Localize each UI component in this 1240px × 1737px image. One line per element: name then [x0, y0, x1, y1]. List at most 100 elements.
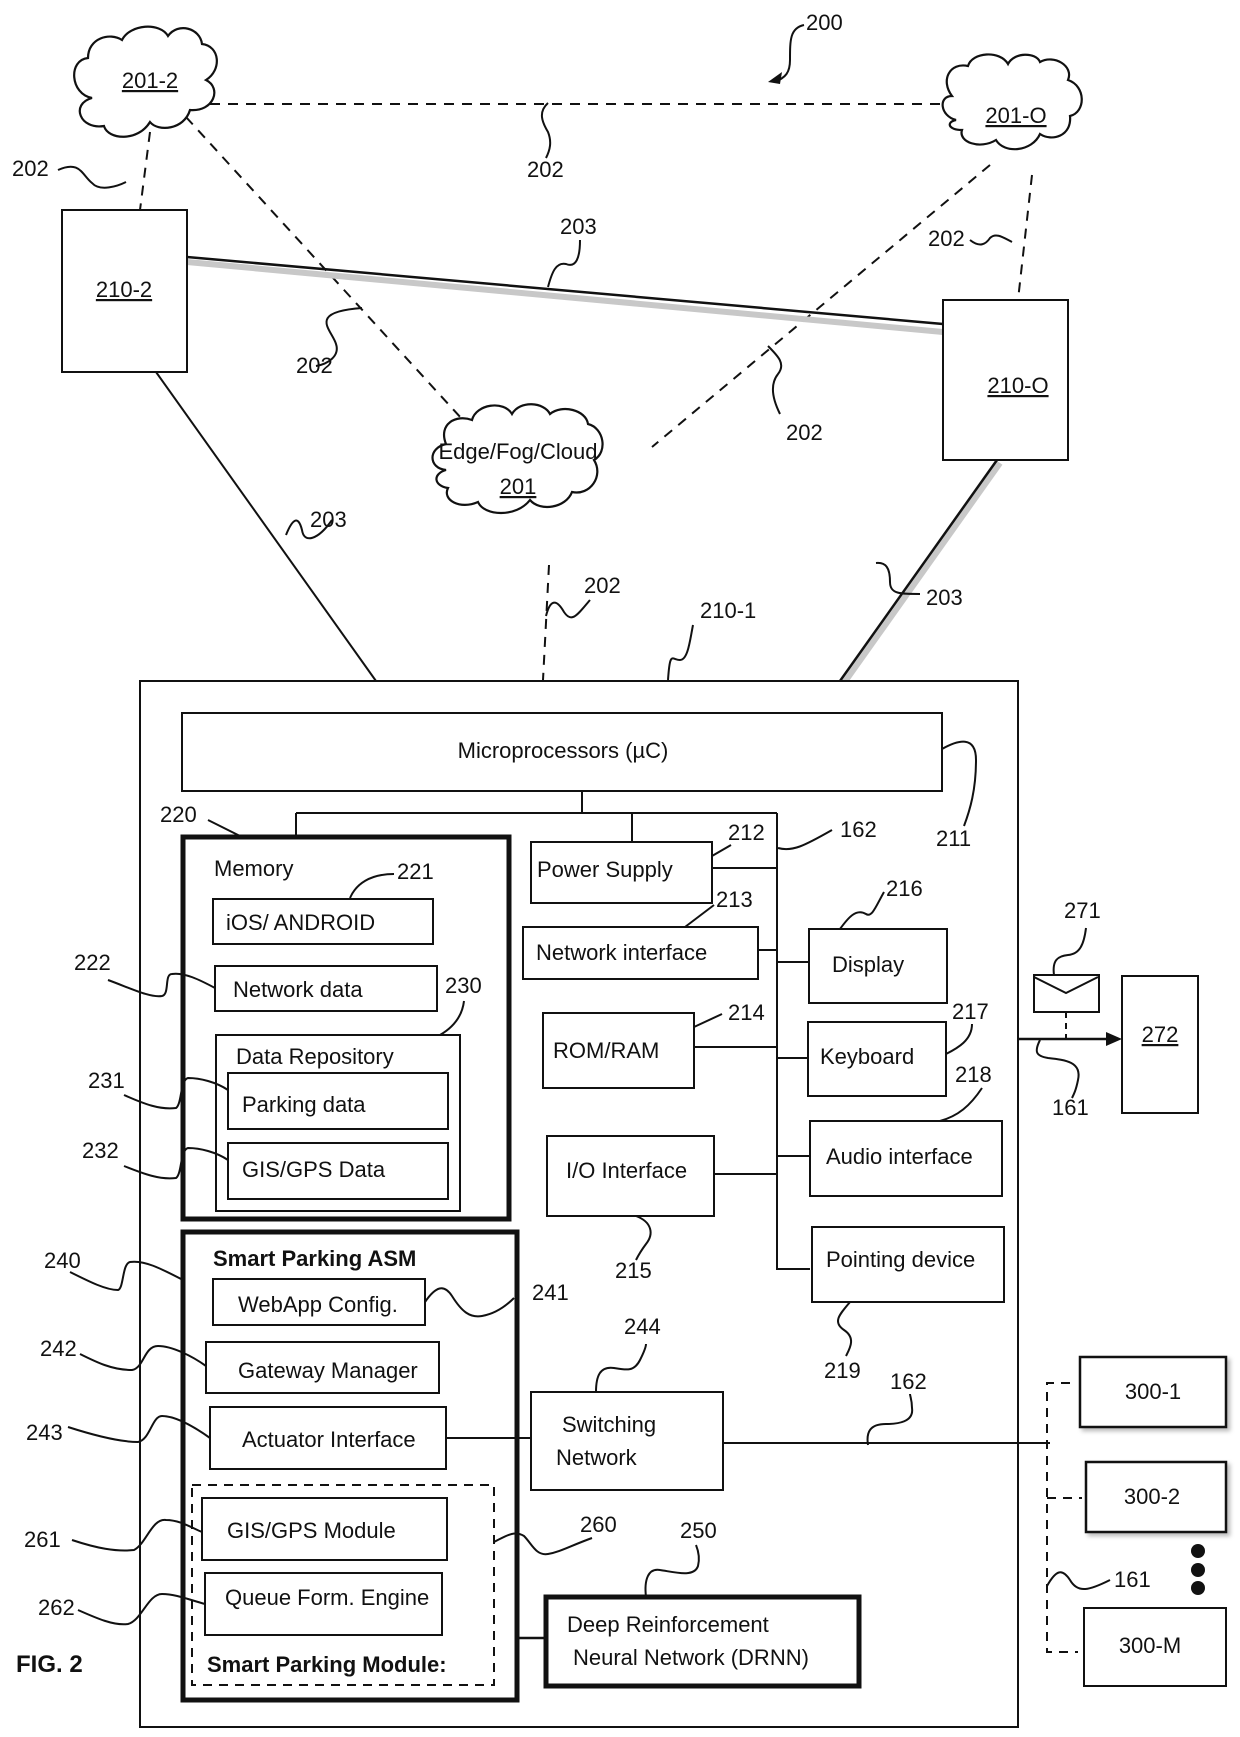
system-ref-200: 200: [768, 10, 843, 84]
ref-202: 202: [12, 156, 49, 181]
edge-fog-cloud-ref: 201: [500, 474, 537, 499]
cloud-201-o-label: 201-O: [985, 103, 1046, 128]
ref-219: 219: [824, 1358, 861, 1383]
cloud-201-2[interactable]: 201-2: [73, 25, 218, 138]
gis-data-block[interactable]: GIS/GPS Data: [227, 1142, 449, 1200]
ref-221: 221: [397, 859, 434, 884]
gateway-manager-label: Gateway Manager: [238, 1358, 418, 1383]
link-cloudO-edge: [651, 164, 991, 448]
webapp-config-label: WebApp Config.: [238, 1292, 398, 1317]
actuator-300-1[interactable]: 300-1: [1078, 1355, 1228, 1429]
ref-200: 200: [806, 10, 843, 35]
ref-202: 202: [786, 420, 823, 445]
ref-232: 232: [82, 1138, 119, 1163]
smart-parking-asm-block[interactable]: Smart Parking ASM WebApp Config. Gateway…: [180, 1229, 520, 1703]
figure-title: FIG. 2: [16, 1651, 83, 1678]
ref-262: 262: [38, 1595, 75, 1620]
audio-interface-label: Audio interface: [826, 1144, 973, 1169]
link-cloudO-nodeO: [1017, 174, 1033, 301]
switching-network-block[interactable]: Switching Network: [530, 1391, 724, 1491]
actuator-label: 300-M: [1119, 1633, 1181, 1658]
ref-231: 231: [88, 1068, 125, 1093]
ref-203: 203: [560, 214, 597, 239]
ref-202: 202: [928, 226, 965, 251]
ref-214: 214: [728, 1000, 765, 1025]
display-block[interactable]: Display: [808, 928, 948, 1004]
ref-202: 202: [584, 573, 621, 598]
node-210-2[interactable]: 210-2: [61, 209, 188, 373]
ref-217: 217: [952, 999, 989, 1024]
actuator-interface-label: Actuator Interface: [242, 1427, 416, 1452]
actuator-300-2[interactable]: 300-2: [1084, 1460, 1228, 1534]
data-repository-block[interactable]: Data Repository Parking data GIS/GPS Dat…: [215, 1034, 461, 1212]
node-210-o[interactable]: 210-O: [942, 299, 1069, 461]
keyboard-label: Keyboard: [820, 1044, 914, 1069]
actuator-interface-block[interactable]: Actuator Interface: [209, 1406, 447, 1470]
reference-labels: 202 202 203 202 202 202 203 202 203 210-…: [12, 102, 1013, 681]
ellipsis-dots-icon: [1191, 1544, 1205, 1595]
rom-ram-block[interactable]: ROM/RAM: [542, 1012, 695, 1089]
network-interface-label: Network interface: [536, 940, 707, 965]
memory-block[interactable]: Memory iOS/ ANDROID Network data Data Re…: [180, 834, 512, 1222]
ref-203: 203: [926, 585, 963, 610]
ref-210-1: 210-1: [700, 598, 756, 623]
arrow-right-icon: [1106, 1032, 1122, 1046]
ref-202: 202: [527, 157, 564, 182]
data-repository-title: Data Repository: [236, 1044, 394, 1069]
power-supply-block[interactable]: Power Supply: [530, 841, 713, 904]
display-label: Display: [832, 952, 904, 977]
microprocessors-label: Microprocessors (µC): [458, 738, 669, 763]
memory-title: Memory: [214, 856, 293, 881]
actuator-300-m[interactable]: 300-M: [1083, 1607, 1227, 1687]
audio-interface-block[interactable]: Audio interface: [809, 1120, 1003, 1197]
io-interface-block[interactable]: I/O Interface: [546, 1135, 715, 1217]
switching-network-box: [530, 1391, 724, 1491]
pointing-device-block[interactable]: Pointing device: [811, 1226, 1005, 1303]
queue-form-engine-label: Queue Form. Engine: [225, 1585, 429, 1610]
ref-216: 216: [886, 876, 923, 901]
ref-241: 241: [532, 1280, 569, 1305]
drnn-block[interactable]: Deep Reinforcement Neural Network (DRNN): [543, 1594, 862, 1689]
drnn-line1: Deep Reinforcement: [567, 1612, 769, 1637]
network-data-block[interactable]: Network data: [214, 965, 438, 1012]
ref-202: 202: [296, 353, 333, 378]
microprocessors-block[interactable]: Microprocessors (µC): [181, 712, 943, 792]
webapp-config-block[interactable]: WebApp Config.: [212, 1278, 426, 1326]
link-cloud2-node2: [139, 131, 151, 211]
switching-network-line1: Switching: [562, 1412, 656, 1437]
network-data-label: Network data: [233, 977, 363, 1002]
edge-fog-cloud-201[interactable]: Edge/Fog/Cloud 201: [431, 403, 604, 514]
drnn-box: [543, 1594, 862, 1689]
cloud-shape: [941, 53, 1083, 151]
rom-ram-label: ROM/RAM: [553, 1038, 659, 1063]
node-272-label: 272: [1142, 1022, 1179, 1047]
gis-gps-module-block[interactable]: GIS/GPS Module: [201, 1497, 448, 1561]
gis-data-label: GIS/GPS Data: [242, 1157, 386, 1182]
message-271[interactable]: [1033, 974, 1100, 1038]
ref-213: 213: [716, 887, 753, 912]
ref-218: 218: [955, 1062, 992, 1087]
queue-form-engine-block[interactable]: Queue Form. Engine: [204, 1572, 443, 1636]
network-interface-block[interactable]: Network interface: [522, 926, 759, 980]
os-block[interactable]: iOS/ ANDROID: [212, 898, 434, 945]
ref-230: 230: [445, 973, 482, 998]
pointing-device-label: Pointing device: [826, 1247, 975, 1272]
drnn-line2: Neural Network (DRNN): [573, 1645, 809, 1670]
cloud-201-o[interactable]: 201-O: [941, 53, 1083, 151]
actuator-links-161: [1046, 1382, 1082, 1653]
link-161-to-272: [1018, 1032, 1122, 1046]
power-supply-label: Power Supply: [537, 857, 673, 882]
link-edge-node1: [542, 564, 550, 681]
ref-244: 244: [624, 1314, 661, 1339]
smart-parking-module-title: Smart Parking Module:: [207, 1652, 447, 1677]
keyboard-block[interactable]: Keyboard: [807, 1021, 947, 1097]
cloud-201-2-label: 201-2: [122, 68, 178, 93]
node-272[interactable]: 272: [1121, 975, 1199, 1114]
link-nodeO-node1: [838, 459, 999, 682]
ref-243: 243: [26, 1420, 63, 1445]
ref-211: 211: [936, 826, 971, 851]
ref-212: 212: [728, 820, 765, 845]
gateway-manager-block[interactable]: Gateway Manager: [205, 1341, 440, 1394]
parking-data-block[interactable]: Parking data: [227, 1072, 449, 1130]
ref-220: 220: [160, 802, 197, 827]
